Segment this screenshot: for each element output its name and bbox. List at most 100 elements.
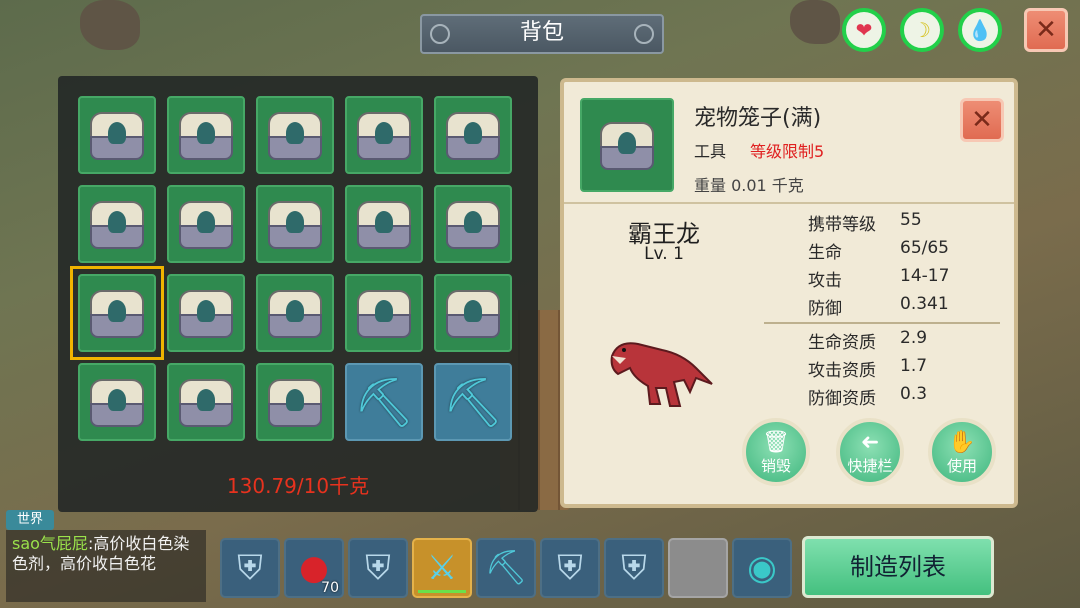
item-name: 宠物笼子(满) [694,106,822,131]
pet-cage-icon [353,195,415,253]
chat-box[interactable]: sao气屁屁:高价收白色染色剂，高价收白色花 [6,530,206,602]
inventory-slot[interactable] [256,185,334,263]
pet-cage-icon [175,106,237,164]
hotbar-slot[interactable]: ● 70 [284,538,344,598]
inventory-slot[interactable] [256,363,334,441]
destroy-button[interactable]: 🗑 销毁 [742,418,810,486]
stat-label: 生命资质 [808,333,876,353]
inventory-slot[interactable] [345,274,423,352]
inventory-slot[interactable] [167,274,245,352]
inventory-slot[interactable] [167,363,245,441]
pet-cage-icon [175,284,237,342]
inventory-slot[interactable] [167,96,245,174]
pet-cage-icon [442,284,504,342]
stat-label: 攻击 [808,271,842,291]
chat-channel-tab[interactable]: 世界 [6,510,54,530]
pickaxe-icon: ⛏ [442,374,504,431]
craft-list-button[interactable]: 制造列表 [802,536,994,598]
hotbar-slot[interactable]: ⚔ [412,538,472,598]
chat-username: sao气屁屁 [12,534,88,553]
inventory-slot[interactable] [345,185,423,263]
hand-icon: ✋ [948,430,976,455]
inventory-slot[interactable] [434,96,512,174]
use-button[interactable]: ✋ 使用 [928,418,996,486]
inventory-slot[interactable]: ⛏ [345,363,423,441]
pet-cage-icon [175,195,237,253]
hotbar-button[interactable]: ➜ 快捷栏 [836,418,904,486]
hotbar-slot[interactable]: ⛨ [604,538,664,598]
close-icon: ✕ [1035,15,1057,45]
pickaxe-icon: ⛏ [484,548,528,588]
pet-cage-icon [442,195,504,253]
inventory-slot[interactable] [434,185,512,263]
thirst-status[interactable]: 💧 [958,8,1002,52]
stats-divider [764,322,1000,324]
hotbar-slot[interactable]: ⛨ [220,538,280,598]
item-count: 70 [321,580,339,596]
durability-bar [418,590,466,593]
inventory-slot[interactable] [78,185,156,263]
inventory-slot[interactable] [167,185,245,263]
stat-value: 55 [900,210,922,230]
item-type: 工具 [694,142,727,161]
stat-value: 0.3 [900,384,928,404]
pet-cage-icon [442,106,504,164]
hotbar-slot[interactable] [668,538,728,598]
water-drop-icon: 💧 [967,18,993,42]
pet-cage-icon [353,284,415,342]
hotbar-slot[interactable]: ⛏ [476,538,536,598]
pickaxe-icon: ⛏ [353,374,415,431]
inventory-slot[interactable]: ⛏ [434,363,512,441]
inventory-slot[interactable] [256,274,334,352]
banana-icon: ☽ [913,18,931,42]
item-level-limit: 等级限制5 [750,142,825,161]
item-weight: 重量 0.01 千克 [694,176,804,195]
inventory-slot[interactable] [78,96,156,174]
item-detail-panel: 宠物笼子(满) 工具 等级限制5 重量 0.01 千克 ✕ 霸王龙 Lv. 1 … [560,78,1018,508]
stat-label: 生命 [808,243,842,263]
trex-image [610,342,713,407]
health-status[interactable]: ❤ [842,8,886,52]
close-window-button[interactable]: ✕ [1024,8,1068,52]
pet-cage-icon [86,373,148,431]
window-title: 背包 [420,14,664,54]
close-icon: ✕ [971,105,993,135]
stat-value: 14-17 [900,266,950,286]
heart-icon: ❤ [855,18,873,42]
stat-label: 携带等级 [808,215,876,235]
hunger-status[interactable]: ☽ [900,8,944,52]
divider [564,202,1014,204]
pet-cage-icon [264,106,326,164]
pet-cage-icon [264,284,326,342]
armor-icon: ⛨ [557,548,583,588]
armor-icon: ⛨ [365,548,391,588]
pet-cage-icon [596,116,658,174]
craft-list-label: 制造列表 [850,553,946,581]
stat-label: 防御 [808,299,842,319]
orb-icon: ◉ [747,548,777,588]
close-detail-button[interactable]: ✕ [960,98,1004,142]
inventory-slot[interactable] [434,274,512,352]
inventory-slot[interactable] [345,96,423,174]
stat-label: 防御资质 [808,389,876,409]
trash-icon: 🗑 [762,430,790,455]
inventory-slot[interactable] [256,96,334,174]
inventory-slot[interactable] [78,363,156,441]
stat-value: 0.341 [900,294,949,314]
stat-value: 1.7 [900,356,928,376]
armor-icon: ⛨ [621,548,647,588]
pet-cage-icon [264,373,326,431]
pet-cage-icon [175,373,237,431]
hotbar-slot[interactable]: ◉ [732,538,792,598]
inventory-weight: 130.79/10千克 [226,474,370,498]
selection-frame [70,266,164,360]
detail-item-icon [580,98,674,192]
hotbar-slot[interactable]: ⛨ [348,538,408,598]
pet-cage-icon [353,106,415,164]
pet-cage-icon [86,106,148,164]
sword-icon: ⚔ [426,548,458,588]
inventory-panel: ⛏ ⛏ 130.79/10千克 [58,76,538,512]
hotbar-slot[interactable]: ⛨ [540,538,600,598]
arrow-left-icon: ➜ [860,430,880,455]
pet-cage-icon [264,195,326,253]
